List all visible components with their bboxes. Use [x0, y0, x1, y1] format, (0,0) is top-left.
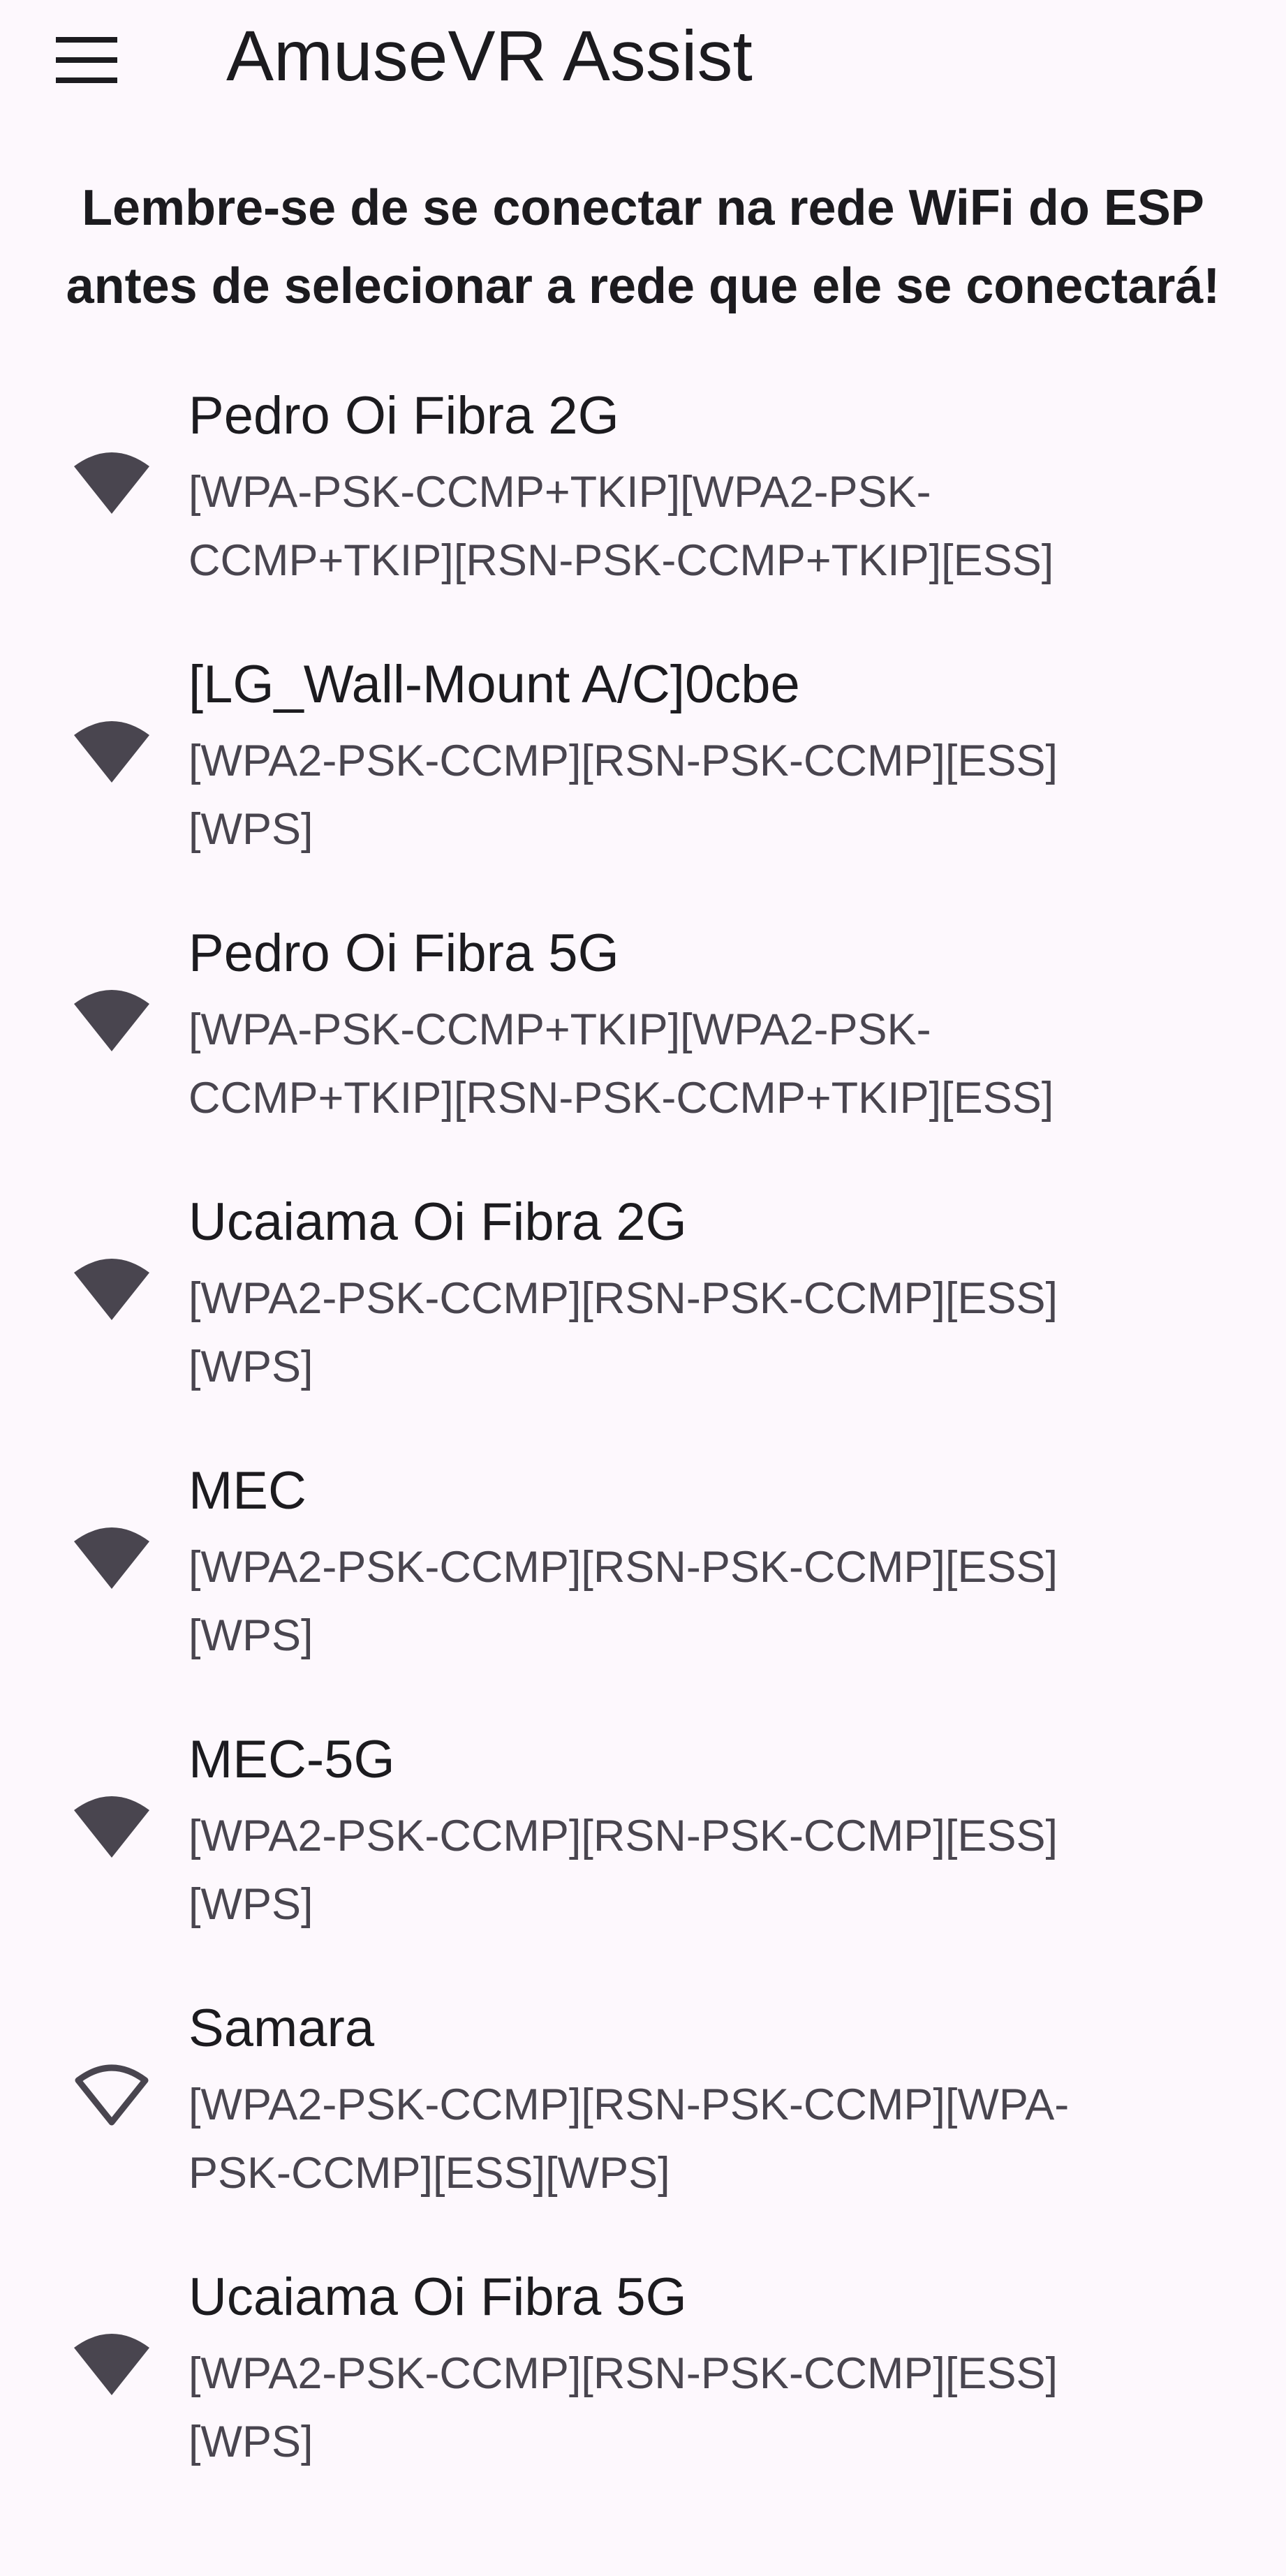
- network-ssid: Pedro Oi Fibra 5G: [189, 924, 619, 983]
- network-ssid: Pedro Oi Fibra 2G: [189, 386, 619, 445]
- menu-icon: [56, 37, 117, 83]
- wifi-network-list: Pedro Oi Fibra 2G [WPA-PSK-CCMP+TKIP][WP…: [0, 367, 1286, 2517]
- network-capabilities: [WPA-PSK-CCMP+TKIP][WPA2-PSK- CCMP+TKIP]…: [189, 995, 1152, 1132]
- wifi-filled-icon: [73, 1792, 151, 1859]
- capabilities-line: [WPS]: [189, 1880, 313, 1929]
- wifi-filled-icon: [73, 986, 151, 1053]
- capabilities-line: [WPS]: [189, 1342, 313, 1391]
- capabilities-line: [WPA2-PSK-CCMP][RSN-PSK-CCMP][WPA-: [189, 2080, 1070, 2129]
- network-ssid: [LG_Wall-Mount A/C]0cbe: [189, 655, 800, 714]
- network-capabilities: [WPA2-PSK-CCMP][RSN-PSK-CCMP][ESS] [WPS]: [189, 1533, 1152, 1670]
- network-capabilities: [WPA2-PSK-CCMP][RSN-PSK-CCMP][WPA- PSK-C…: [189, 2071, 1152, 2207]
- wifi-filled-icon: [73, 448, 151, 515]
- capabilities-line: [WPA2-PSK-CCMP][RSN-PSK-CCMP][ESS]: [189, 1812, 1058, 1860]
- capabilities-line: CCMP+TKIP][RSN-PSK-CCMP+TKIP][ESS]: [189, 536, 1054, 585]
- network-item[interactable]: [LG_Wall-Mount A/C]0cbe [WPA2-PSK-CCMP][…: [0, 636, 1286, 905]
- wifi-filled-icon: [73, 2330, 151, 2397]
- network-capabilities: [WPA-PSK-CCMP+TKIP][WPA2-PSK- CCMP+TKIP]…: [189, 458, 1152, 595]
- network-ssid: MEC-5G: [189, 1730, 395, 1789]
- capabilities-line: [WPA-PSK-CCMP+TKIP][WPA2-PSK-: [189, 468, 931, 517]
- capabilities-line: [WPA2-PSK-CCMP][RSN-PSK-CCMP][ESS]: [189, 1543, 1058, 1592]
- app-screen: AmuseVR Assist Lembre-se de se conectar …: [0, 0, 1286, 2576]
- network-capabilities: [WPA2-PSK-CCMP][RSN-PSK-CCMP][ESS] [WPS]: [189, 1802, 1152, 1939]
- network-capabilities: [WPA2-PSK-CCMP][RSN-PSK-CCMP][ESS] [WPS]: [189, 727, 1152, 864]
- network-item[interactable]: Pedro Oi Fibra 2G [WPA-PSK-CCMP+TKIP][WP…: [0, 367, 1286, 636]
- wifi-outline-icon: [73, 2061, 151, 2128]
- wifi-filled-icon: [73, 1254, 151, 1322]
- network-item[interactable]: Samara [WPA2-PSK-CCMP][RSN-PSK-CCMP][WPA…: [0, 1980, 1286, 2249]
- notice-line-2: antes de selecionar a rede que ele se co…: [66, 258, 1220, 314]
- capabilities-line: [WPS]: [189, 805, 313, 854]
- network-item[interactable]: MEC [WPA2-PSK-CCMP][RSN-PSK-CCMP][ESS] […: [0, 1442, 1286, 1711]
- capabilities-line: [WPS]: [189, 2418, 313, 2466]
- network-item[interactable]: Pedro Oi Fibra 5G [WPA-PSK-CCMP+TKIP][WP…: [0, 905, 1286, 1174]
- capabilities-line: [WPA-PSK-CCMP+TKIP][WPA2-PSK-: [189, 1005, 931, 1054]
- network-capabilities: [WPA2-PSK-CCMP][RSN-PSK-CCMP][ESS] [WPS]: [189, 1264, 1152, 1401]
- network-ssid: Ucaiama Oi Fibra 2G: [189, 1192, 687, 1252]
- network-item[interactable]: Ucaiama Oi Fibra 2G [WPA2-PSK-CCMP][RSN-…: [0, 1174, 1286, 1442]
- network-item[interactable]: Ucaiama Oi Fibra 5G [WPA2-PSK-CCMP][RSN-…: [0, 2249, 1286, 2517]
- network-ssid: MEC: [189, 1461, 306, 1520]
- network-ssid: Ucaiama Oi Fibra 5G: [189, 2267, 687, 2327]
- app-title: AmuseVR Assist: [226, 16, 753, 96]
- connection-notice: Lembre-se de se conectar na rede WiFi do…: [14, 169, 1272, 325]
- network-ssid: Samara: [189, 1999, 375, 2058]
- top-app-bar: AmuseVR Assist: [0, 0, 1286, 119]
- notice-line-1: Lembre-se de se conectar na rede WiFi do…: [82, 180, 1204, 236]
- network-capabilities: [WPA2-PSK-CCMP][RSN-PSK-CCMP][ESS] [WPS]: [189, 2339, 1152, 2476]
- capabilities-line: PSK-CCMP][ESS][WPS]: [189, 2149, 670, 2198]
- wifi-filled-icon: [73, 1523, 151, 1590]
- capabilities-line: [WPA2-PSK-CCMP][RSN-PSK-CCMP][ESS]: [189, 2349, 1058, 2398]
- wifi-filled-icon: [73, 717, 151, 784]
- capabilities-line: [WPA2-PSK-CCMP][RSN-PSK-CCMP][ESS]: [189, 736, 1058, 785]
- capabilities-line: CCMP+TKIP][RSN-PSK-CCMP+TKIP][ESS]: [189, 1074, 1054, 1123]
- network-item[interactable]: MEC-5G [WPA2-PSK-CCMP][RSN-PSK-CCMP][ESS…: [0, 1711, 1286, 1980]
- capabilities-line: [WPS]: [189, 1611, 313, 1660]
- menu-button[interactable]: [43, 17, 130, 103]
- capabilities-line: [WPA2-PSK-CCMP][RSN-PSK-CCMP][ESS]: [189, 1274, 1058, 1323]
